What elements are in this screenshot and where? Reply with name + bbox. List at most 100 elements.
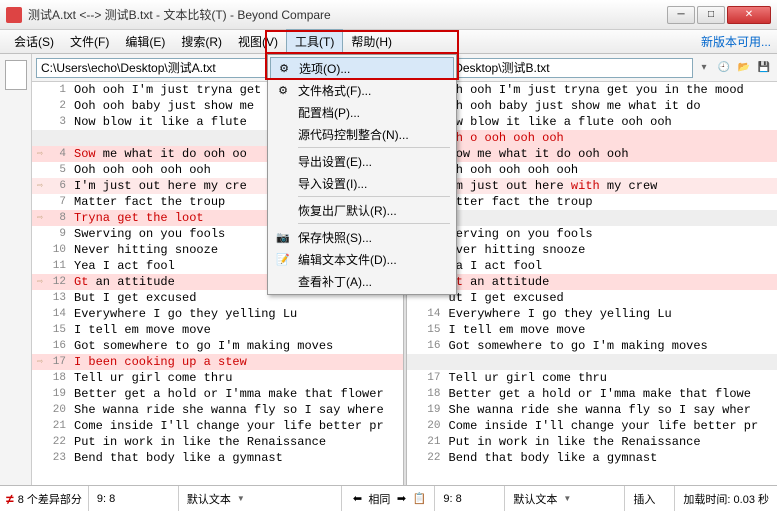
- menu-separator: [298, 196, 450, 197]
- menu-item[interactable]: 查看补丁(A)...: [270, 270, 454, 292]
- line-text: Put in work in like the Renaissance: [445, 435, 701, 449]
- insert-mode[interactable]: 插入: [625, 486, 675, 511]
- code-line[interactable]: 23Bend that body like a gymnast: [32, 450, 403, 466]
- code-line[interactable]: atter fact the troup: [407, 194, 777, 210]
- code-line[interactable]: oh ooh I'm just tryna get you in the moo…: [407, 82, 777, 98]
- minimize-button[interactable]: ─: [667, 6, 695, 24]
- menu-item[interactable]: 配置档(P)...: [270, 101, 454, 123]
- code-line[interactable]: 15I tell em move move: [407, 322, 777, 338]
- line-number: 4: [48, 148, 70, 160]
- menu-item[interactable]: 源代码控制整合(N)...: [270, 123, 454, 145]
- code-line[interactable]: 19She wanna ride she wanna fly so I say …: [407, 402, 777, 418]
- right-code-area[interactable]: oh ooh I'm just tryna get you in the moo…: [407, 82, 777, 485]
- gear-icon: ⚙: [274, 81, 292, 99]
- left-arrow-icon[interactable]: ⬅: [350, 492, 364, 506]
- close-button[interactable]: ✕: [727, 6, 771, 24]
- menu-视图[interactable]: 视图(V): [230, 30, 286, 53]
- code-line[interactable]: ea I act fool: [407, 258, 777, 274]
- code-line[interactable]: 18Better get a hold or I'mma make that f…: [407, 386, 777, 402]
- titlebar: 测试A.txt <--> 测试B.txt - 文本比较(T) - Beyond …: [0, 0, 777, 30]
- menu-item-label: 导入设置(I)...: [298, 175, 367, 192]
- code-line[interactable]: 21Come inside I'll change your life bett…: [32, 418, 403, 434]
- code-line[interactable]: 21Put in work in like the Renaissance: [407, 434, 777, 450]
- code-line[interactable]: oh o ooh ooh ooh: [407, 130, 777, 146]
- folder-open-icon[interactable]: 📂: [735, 59, 753, 77]
- compare-mode[interactable]: ⬅ 相同 ➡ 📋: [342, 486, 435, 511]
- right-encoding[interactable]: 默认文本▼: [505, 486, 625, 511]
- menu-separator: [298, 147, 450, 148]
- menu-item[interactable]: ⚙选项(O)...: [270, 57, 454, 79]
- line-number: 16: [423, 340, 445, 352]
- line-text: She wanna ride she wanna fly so I say wh…: [70, 403, 384, 417]
- diff-arrow-icon: ⇨: [32, 180, 48, 192]
- save-icon[interactable]: 💾: [755, 59, 773, 77]
- code-line[interactable]: 14Everywhere I go they yelling Lu: [32, 306, 403, 322]
- history-icon[interactable]: 🕘: [715, 59, 733, 77]
- line-number: 11: [48, 260, 70, 272]
- line-number: 18: [423, 388, 445, 400]
- menu-会话[interactable]: 会话(S): [6, 30, 62, 53]
- code-line[interactable]: 20Come inside I'll change your life bett…: [407, 418, 777, 434]
- code-line[interactable]: 19Better get a hold or I'mma make that f…: [32, 386, 403, 402]
- code-line[interactable]: 16Got somewhere to go I'm making moves: [407, 338, 777, 354]
- menu-item[interactable]: 导入设置(I)...: [270, 172, 454, 194]
- menu-编辑[interactable]: 编辑(E): [117, 30, 173, 53]
- line-number: 17: [48, 356, 70, 368]
- line-number: 20: [48, 404, 70, 416]
- code-line[interactable]: 18Tell ur girl come thru: [32, 370, 403, 386]
- line-text: Never hitting snooze: [70, 243, 218, 257]
- menu-separator: [298, 223, 450, 224]
- code-line[interactable]: 22Bend that body like a gymnast: [407, 450, 777, 466]
- copy-icon[interactable]: 📋: [412, 492, 426, 506]
- line-text: Sow me what it do ooh oo: [70, 147, 247, 161]
- code-line[interactable]: oh ooh ooh ooh ooh: [407, 162, 777, 178]
- code-line[interactable]: werving on you fools: [407, 226, 777, 242]
- code-line[interactable]: 15I tell em move move: [32, 322, 403, 338]
- diff-count-label: 8 个差异部分: [18, 491, 82, 507]
- code-line[interactable]: ever hitting snooze: [407, 242, 777, 258]
- code-line[interactable]: 17Tell ur girl come thru: [407, 370, 777, 386]
- code-line[interactable]: 20She wanna ride she wanna fly so I say …: [32, 402, 403, 418]
- menu-item[interactable]: 恢复出厂默认(R)...: [270, 199, 454, 221]
- code-line[interactable]: [407, 210, 777, 226]
- line-text: Swerving on you fools: [70, 227, 225, 241]
- line-text: Matter fact the troup: [70, 195, 225, 209]
- line-text: oh ooh baby just show me what it do: [445, 99, 701, 113]
- maximize-button[interactable]: □: [697, 6, 725, 24]
- right-arrow-icon[interactable]: ➡: [394, 492, 408, 506]
- right-path-row: ▾ 🕘 📂 💾: [407, 54, 777, 82]
- menu-item[interactable]: 📝编辑文本文件(D)...: [270, 248, 454, 270]
- code-line[interactable]: ut I get excused: [407, 290, 777, 306]
- line-number: 21: [423, 436, 445, 448]
- code-line[interactable]: 'm just out here with my crew: [407, 178, 777, 194]
- menu-item[interactable]: 导出设置(E)...: [270, 150, 454, 172]
- menu-item-label: 文件格式(F)...: [298, 82, 371, 99]
- left-encoding[interactable]: 默认文本▼: [179, 486, 343, 511]
- line-text: Ooh ooh ooh ooh ooh: [70, 163, 211, 177]
- menu-搜索[interactable]: 搜索(R): [173, 30, 230, 53]
- code-line[interactable]: ⇨17I been cooking up a stew: [32, 354, 403, 370]
- line-number: 15: [48, 324, 70, 336]
- line-number: 2: [48, 100, 70, 112]
- new-version-link[interactable]: 新版本可用...: [701, 33, 771, 50]
- menu-item[interactable]: ⚙ 文件格式(F)...: [270, 79, 454, 101]
- code-line[interactable]: [407, 354, 777, 370]
- diff-summary: ≠ 8 个差异部分: [0, 486, 89, 511]
- code-line[interactable]: now me what it do ooh ooh: [407, 146, 777, 162]
- code-line[interactable]: 14Everywhere I go they yelling Lu: [407, 306, 777, 322]
- code-line[interactable]: 22Put in work in like the Renaissance: [32, 434, 403, 450]
- load-time: 加载时间: 0.03 秒: [675, 486, 777, 511]
- line-number: 19: [48, 388, 70, 400]
- dropdown-icon[interactable]: ▾: [695, 59, 713, 77]
- code-line[interactable]: ow blow it like a flute ooh ooh: [407, 114, 777, 130]
- window-title: 测试A.txt <--> 测试B.txt - 文本比较(T) - Beyond …: [28, 6, 667, 23]
- code-line[interactable]: oh ooh baby just show me what it do: [407, 98, 777, 114]
- menu-文件[interactable]: 文件(F): [62, 30, 117, 53]
- code-line[interactable]: 16Got somewhere to go I'm making moves: [32, 338, 403, 354]
- menu-item-label: 编辑文本文件(D)...: [298, 251, 397, 268]
- code-line[interactable]: ot an attitude: [407, 274, 777, 290]
- menu-工具[interactable]: 工具(T): [286, 29, 343, 54]
- menu-item[interactable]: 📷保存快照(S)...: [270, 226, 454, 248]
- menu-帮助[interactable]: 帮助(H): [343, 30, 400, 53]
- thumbnail[interactable]: [5, 60, 27, 90]
